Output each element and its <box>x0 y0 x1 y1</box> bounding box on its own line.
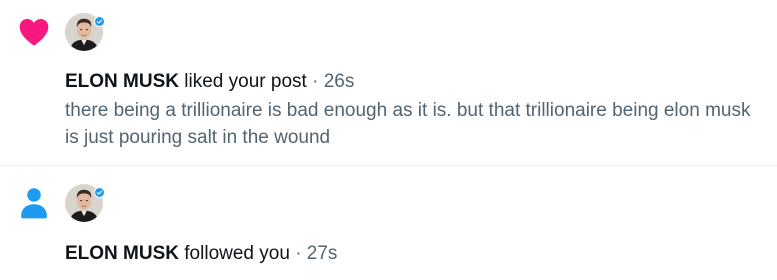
user-name[interactable]: ELON MUSK <box>65 71 179 92</box>
timestamp[interactable]: 27s <box>307 243 338 264</box>
notification-line: ELON MUSK followed you · 27s <box>65 242 337 266</box>
post-preview[interactable]: there being a trillionaire is bad enough… <box>65 97 765 151</box>
verified-badge-icon <box>94 187 105 198</box>
avatar[interactable] <box>65 13 105 53</box>
separator: · <box>295 243 302 264</box>
user-name[interactable]: ELON MUSK <box>65 243 179 264</box>
timestamp[interactable]: 26s <box>324 71 355 92</box>
follow-notification[interactable]: ELON MUSK followed you · 27s <box>0 166 777 280</box>
like-notification[interactable]: ELON MUSK liked your post · 26s there be… <box>0 0 777 166</box>
heart-icon <box>17 14 51 48</box>
verified-badge-icon <box>94 16 105 27</box>
action-text: liked your post <box>184 71 307 92</box>
action-text: followed you <box>184 243 290 264</box>
avatar[interactable] <box>65 184 105 224</box>
notifications-feed: ELON MUSK liked your post · 26s there be… <box>0 0 777 280</box>
separator: · <box>312 71 319 92</box>
person-icon <box>17 186 51 220</box>
notification-line: ELON MUSK liked your post · 26s <box>65 70 354 94</box>
